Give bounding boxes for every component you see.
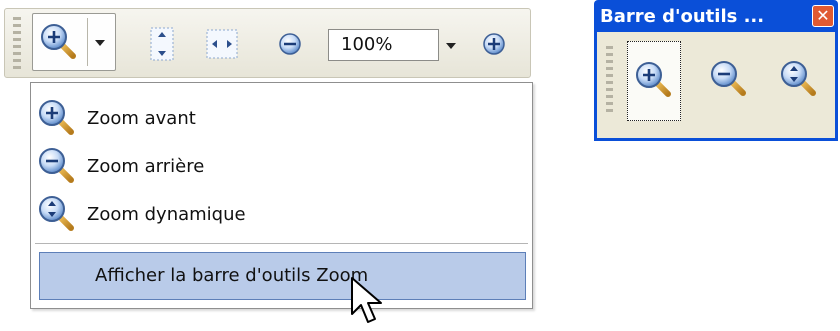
fit-page-width-icon — [206, 29, 238, 59]
zoom-toolbar: 100% — [4, 8, 531, 78]
menu-item-zoom-dynamic[interactable]: Zoom dynamique — [31, 191, 532, 237]
dropdown-arrow-icon[interactable] — [95, 40, 105, 46]
zoom-out-icon — [279, 33, 301, 55]
zoom-dropdown-arrow-icon[interactable] — [446, 43, 456, 49]
toolbar-grip[interactable] — [13, 17, 21, 71]
menu-item-label: Afficher la barre d'outils Zoom — [95, 265, 369, 286]
menu-item-zoom-in[interactable]: Zoom avant — [31, 95, 532, 141]
menu-item-label: Zoom avant — [87, 107, 196, 129]
zoom-tool-split-button[interactable] — [32, 13, 116, 71]
zoom-dynamic-icon — [37, 194, 77, 234]
zoom-level-field[interactable]: 100% — [328, 29, 439, 61]
menu-item-zoom-out[interactable]: Zoom arrière — [31, 143, 532, 189]
mouse-cursor-icon — [351, 277, 382, 323]
close-button[interactable]: ✕ — [812, 5, 834, 27]
fit-page-height-icon — [150, 27, 174, 61]
zoom-in-icon[interactable] — [39, 22, 79, 62]
floating-toolbar-title[interactable]: Barre d'outils ... — [600, 6, 764, 27]
zoom-out-button[interactable] — [273, 26, 307, 62]
zoom-in-icon — [483, 33, 505, 55]
zoom-out-icon[interactable] — [709, 59, 749, 99]
zoom-in-icon — [37, 98, 77, 138]
float-zoom-in-button[interactable] — [627, 41, 681, 121]
toolbar-grip[interactable] — [606, 46, 613, 116]
zoom-in-icon — [634, 60, 674, 100]
zoom-dynamic-icon[interactable] — [779, 59, 819, 99]
menu-separator — [35, 243, 528, 244]
menu-item-label: Zoom dynamique — [87, 203, 246, 225]
fit-page-height-button[interactable] — [145, 26, 179, 62]
fit-page-width-button[interactable] — [205, 26, 239, 62]
zoom-out-icon — [37, 146, 77, 186]
menu-item-label: Zoom arrière — [87, 155, 205, 177]
zoom-in-button[interactable] — [477, 26, 511, 62]
zoom-dropdown-menu: Zoom avant Zoom arrière Zoom dynamique A… — [30, 82, 533, 309]
floating-zoom-toolbar-window: Barre d'outils ... ✕ — [594, 0, 838, 141]
menu-item-show-zoom-toolbar[interactable]: Afficher la barre d'outils Zoom — [39, 252, 526, 300]
floating-toolbar-body — [597, 32, 835, 138]
